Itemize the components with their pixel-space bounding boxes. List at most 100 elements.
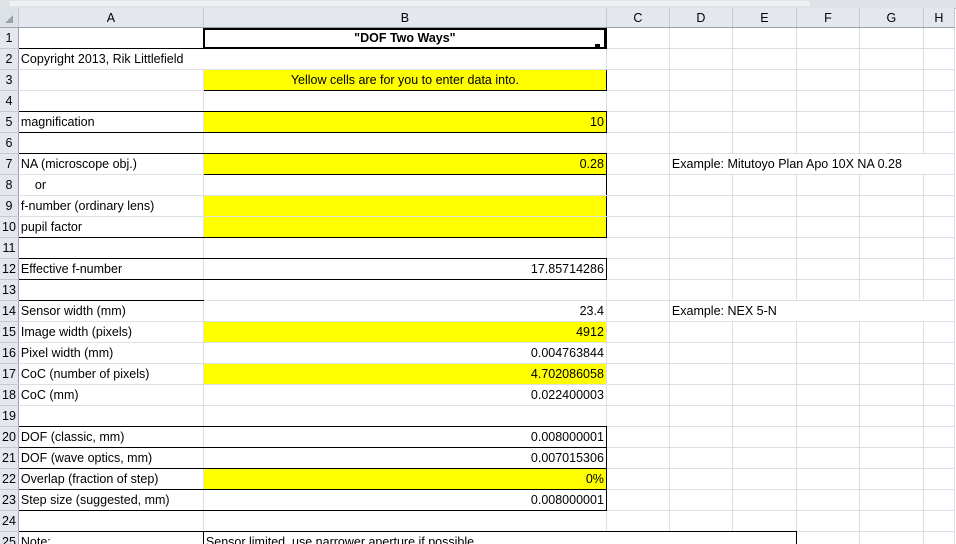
cell-a25-note-label[interactable]: Note: (17, 531, 204, 544)
cell-g18[interactable] (859, 384, 924, 406)
cell-h18[interactable] (923, 384, 955, 406)
row-header-4[interactable]: 4 (0, 90, 19, 112)
cell-b11[interactable] (203, 237, 607, 259)
cell-h21[interactable] (923, 447, 955, 469)
cell-b3-yellow-note[interactable]: Yellow cells are for you to enter data i… (202, 69, 607, 91)
cell-d17[interactable] (669, 363, 733, 385)
cell-f23[interactable] (796, 489, 860, 511)
cell-c17[interactable] (606, 363, 670, 385)
cell-a9-fnumber-label[interactable]: f-number (ordinary lens) (17, 195, 204, 217)
cell-h3[interactable] (923, 69, 955, 91)
row-header-6[interactable]: 6 (0, 132, 19, 154)
cell-h24[interactable] (923, 510, 955, 532)
cell-f4[interactable] (796, 90, 860, 112)
cell-g16[interactable] (859, 342, 924, 364)
column-header-c[interactable]: C (606, 8, 670, 28)
cell-d4[interactable] (669, 90, 733, 112)
cell-f18[interactable] (796, 384, 860, 406)
cell-b14-sensor-width-value[interactable]: 23.4 (203, 300, 607, 322)
cell-c12[interactable] (606, 258, 670, 280)
cell-a16-pixel-width-label[interactable]: Pixel width (mm) (18, 342, 204, 364)
cell-d15[interactable] (669, 321, 733, 343)
cell-c24[interactable] (606, 510, 670, 532)
cell-g10[interactable] (859, 216, 924, 238)
cell-c21[interactable] (606, 447, 670, 469)
row-header-16[interactable]: 16 (0, 342, 19, 364)
cell-c2[interactable] (606, 48, 670, 70)
cell-a19[interactable] (18, 405, 204, 427)
column-header-e[interactable]: E (732, 8, 797, 28)
cell-a21-dof-wave-label[interactable]: DOF (wave optics, mm) (17, 447, 204, 469)
cell-d19[interactable] (669, 405, 733, 427)
cell-e24[interactable] (732, 510, 797, 532)
cell-b22-overlap-value[interactable]: 0% (203, 468, 607, 490)
cell-d13[interactable] (669, 279, 733, 301)
cell-c19[interactable] (606, 405, 670, 427)
cell-h19[interactable] (923, 405, 955, 427)
cell-h4[interactable] (923, 90, 955, 112)
column-header-g[interactable]: G (859, 8, 924, 28)
cell-d14-sensor-example[interactable]: Example: NEX 5-N (669, 300, 955, 322)
cell-a22-overlap-label[interactable]: Overlap (fraction of step) (17, 468, 204, 490)
cell-b5-magnification-value[interactable]: 10 (203, 111, 607, 133)
cell-b12-eff-fnumber-value[interactable]: 17.85714286 (203, 258, 607, 280)
cell-d23[interactable] (669, 489, 733, 511)
cell-g3[interactable] (859, 69, 924, 91)
cell-e21[interactable] (732, 447, 797, 469)
cell-e10[interactable] (732, 216, 797, 238)
cell-c5[interactable] (606, 111, 670, 133)
cell-h6[interactable] (923, 132, 955, 154)
cell-g17[interactable] (859, 363, 924, 385)
cell-e20[interactable] (732, 426, 797, 448)
cell-d11[interactable] (669, 237, 733, 259)
cell-a24[interactable] (18, 510, 204, 532)
cell-g2[interactable] (859, 48, 924, 70)
cell-g13[interactable] (859, 279, 924, 301)
cell-e15[interactable] (732, 321, 797, 343)
cell-b15-image-width-value[interactable]: 4912 (203, 321, 607, 343)
row-header-15[interactable]: 15 (0, 321, 19, 343)
cell-c14[interactable] (606, 300, 670, 322)
row-header-13[interactable]: 13 (0, 279, 19, 301)
row-header-10[interactable]: 10 (0, 216, 19, 238)
row-header-9[interactable]: 9 (0, 195, 19, 217)
cell-c11[interactable] (606, 237, 670, 259)
cell-a23-step-label[interactable]: Step size (suggested, mm) (17, 489, 204, 511)
cell-b13[interactable] (203, 279, 607, 301)
cell-c13[interactable] (606, 279, 670, 301)
cell-f3[interactable] (796, 69, 860, 91)
row-header-23[interactable]: 23 (0, 489, 19, 511)
cell-g21[interactable] (859, 447, 924, 469)
cell-b18-coc-mm-value[interactable]: 0.022400003 (203, 384, 607, 406)
cell-e8[interactable] (732, 174, 797, 196)
cell-a4[interactable] (18, 90, 204, 112)
cell-e17[interactable] (732, 363, 797, 385)
cell-c16[interactable] (606, 342, 670, 364)
cell-a12-eff-fnumber-label[interactable]: Effective f-number (17, 258, 204, 280)
cell-g24[interactable] (859, 510, 924, 532)
cell-a8-or[interactable]: or (17, 174, 204, 196)
cell-d21[interactable] (669, 447, 733, 469)
cell-f12[interactable] (796, 258, 860, 280)
cell-e11[interactable] (732, 237, 797, 259)
cell-h10[interactable] (923, 216, 955, 238)
cell-b23-step-value[interactable]: 0.008000001 (203, 489, 607, 511)
cell-b6[interactable] (203, 132, 607, 154)
cell-h16[interactable] (923, 342, 955, 364)
cell-h13[interactable] (923, 279, 955, 301)
cell-f19[interactable] (796, 405, 860, 427)
cell-e23[interactable] (732, 489, 797, 511)
cell-f24[interactable] (796, 510, 860, 532)
cell-g1[interactable] (859, 27, 924, 49)
cell-d5[interactable] (669, 111, 733, 133)
cell-f10[interactable] (796, 216, 860, 238)
cell-e18[interactable] (732, 384, 797, 406)
cell-h1[interactable] (923, 27, 955, 49)
cell-a11[interactable] (18, 237, 204, 259)
select-all-corner[interactable] (0, 8, 19, 28)
cell-c8[interactable] (606, 174, 670, 196)
cell-e2[interactable] (732, 48, 797, 70)
cell-f8[interactable] (796, 174, 860, 196)
cell-a7-na-label[interactable]: NA (microscope obj.) (17, 153, 204, 175)
cell-d8[interactable] (669, 174, 733, 196)
